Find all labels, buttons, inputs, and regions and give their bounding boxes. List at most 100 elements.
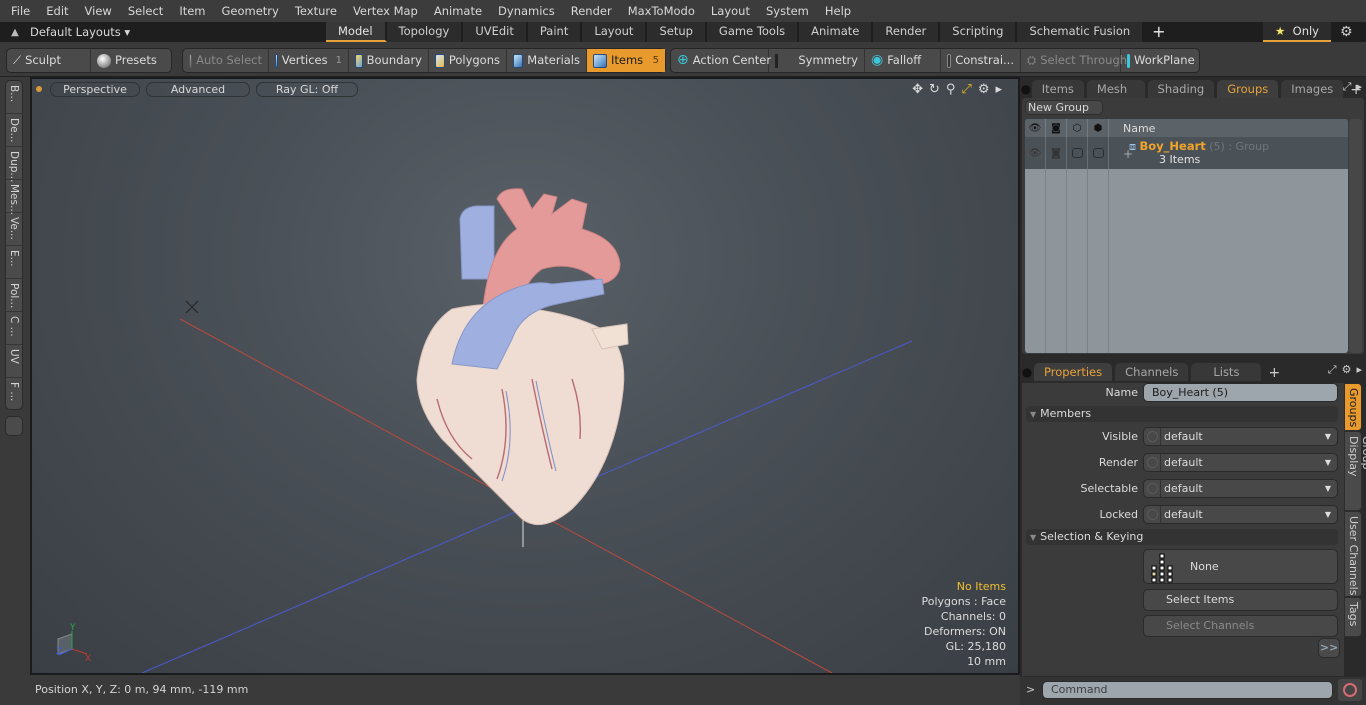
menu-item[interactable]: Item (171, 4, 213, 18)
left-tab-polygon[interactable]: Pol... (6, 279, 22, 312)
group-row[interactable]: 👁 ◙ + ⧈ Boy_Heart (5) : Group 3 Items (1025, 137, 1348, 169)
row-visibility-icon[interactable]: 👁 (1025, 137, 1046, 169)
menu-vertex-map[interactable]: Vertex Map (345, 4, 426, 18)
viewport-arrow-icon[interactable]: ▸ (995, 82, 1002, 97)
menu-help[interactable]: Help (817, 4, 859, 18)
polygons-button[interactable]: Polygons (429, 49, 507, 72)
add-props-tab-icon[interactable]: + (1264, 365, 1284, 381)
select-through-button[interactable]: ⛭ Select Through (1021, 49, 1127, 72)
row-render-icon[interactable]: ◙ (1046, 137, 1067, 169)
pan-icon[interactable]: ✥ (912, 82, 923, 97)
materials-button[interactable]: Materials (507, 49, 587, 72)
falloff-button[interactable]: ◉ Falloff (865, 49, 941, 72)
menu-animate[interactable]: Animate (426, 4, 490, 18)
menu-edit[interactable]: Edit (38, 4, 76, 18)
shading-mode-button[interactable]: Advanced (146, 81, 250, 97)
workplane-button[interactable]: WorkPlane (1121, 49, 1199, 72)
props-expand-icon[interactable]: ⤢ (1328, 363, 1337, 377)
items-button[interactable]: Items 5 (587, 49, 665, 72)
render-camera-icon[interactable]: ◙ (1046, 119, 1067, 137)
visibility-eye-icon[interactable]: 👁 (1025, 119, 1046, 137)
row-selectable-checkbox[interactable] (1067, 137, 1088, 169)
collapse-up-icon[interactable]: ▲ (0, 27, 30, 38)
tab-render[interactable]: Render (873, 22, 941, 42)
3d-viewport[interactable]: Y X Z Perspective Advanced Ray GL: Off ✥… (30, 77, 1020, 675)
add-tab-button[interactable]: + (1144, 23, 1173, 41)
selection-keying-section[interactable]: ▼ Selection & Keying (1026, 529, 1338, 545)
selectable-cube-icon[interactable]: ⬡ (1067, 119, 1088, 137)
tab-lists[interactable]: Lists (1191, 363, 1262, 381)
tab-layout[interactable]: Layout (582, 22, 648, 42)
side-tab-tags[interactable]: Tags (1344, 597, 1362, 637)
left-tab-duplicate[interactable]: Dup... (6, 147, 22, 182)
side-tab-groups[interactable]: Groups (1344, 383, 1362, 431)
left-tab-mesh-edit[interactable]: Mes... (6, 180, 22, 215)
tab-game-tools[interactable]: Game Tools (706, 22, 800, 42)
boundary-button[interactable]: Boundary (349, 49, 429, 72)
left-tab-basic[interactable]: B... (6, 81, 22, 114)
command-input[interactable]: Command (1042, 681, 1333, 699)
tab-items[interactable]: Items (1031, 80, 1084, 98)
raygl-button[interactable]: Ray GL: Off (256, 81, 358, 97)
select-channels-button[interactable]: Select Channels (1143, 615, 1338, 637)
side-tab-user-channels[interactable]: User Channels (1344, 511, 1362, 597)
auto-select-button[interactable]: Auto Select (183, 49, 269, 72)
left-tab-vertex[interactable]: Ve... (6, 213, 22, 246)
tab-model[interactable]: Model (326, 22, 387, 42)
menu-geometry[interactable]: Geometry (214, 4, 287, 18)
members-section[interactable]: ▼ Members (1026, 406, 1338, 422)
panel-menu-dot[interactable]: ● (1020, 80, 1032, 98)
tab-uvedit[interactable]: UVEdit (463, 22, 528, 42)
menu-maxtomodo[interactable]: MaxToModo (620, 4, 703, 18)
layouts-dropdown[interactable]: Default Layouts ▾ (30, 25, 326, 39)
tab-setup[interactable]: Setup (647, 22, 707, 42)
tab-paint[interactable]: Paint (527, 22, 583, 42)
sculpt-button[interactable]: ⟋ Sculpt (7, 49, 91, 72)
menu-view[interactable]: View (77, 4, 120, 18)
tab-channels[interactable]: Channels (1115, 363, 1189, 381)
viewport-menu-dot[interactable] (36, 86, 42, 92)
record-macro-button[interactable] (1338, 679, 1362, 701)
viewport-gear-icon[interactable]: ⚙ (978, 82, 990, 97)
left-tab-curve[interactable]: C ... (6, 312, 22, 345)
tab-shading[interactable]: Shading (1147, 80, 1215, 98)
menu-layout[interactable]: Layout (703, 4, 758, 18)
zoom-icon[interactable]: ⚲ (946, 82, 956, 97)
left-tab-deform[interactable]: De... (6, 114, 22, 147)
props-arrow-icon[interactable]: ▸ (1356, 363, 1362, 377)
menu-render[interactable]: Render (563, 4, 620, 18)
presets-button[interactable]: Presets (91, 49, 171, 72)
tab-properties[interactable]: Properties (1034, 363, 1113, 381)
left-tab-fusion[interactable]: F ... (6, 378, 22, 411)
left-tab-uv[interactable]: UV (6, 345, 22, 378)
menu-system[interactable]: System (758, 4, 817, 18)
name-input[interactable]: Boy_Heart (5) (1143, 383, 1338, 402)
expand-icon[interactable]: ⤢ (1343, 80, 1352, 94)
locked-dropdown[interactable]: default ▼ (1143, 505, 1338, 524)
tab-groups[interactable]: Groups (1217, 80, 1279, 98)
tab-animate[interactable]: Animate (799, 22, 874, 42)
menu-dynamics[interactable]: Dynamics (490, 4, 563, 18)
tab-topology[interactable]: Topology (386, 22, 464, 42)
action-center-button[interactable]: ⊕ Action Center (671, 49, 771, 72)
tab-mesh[interactable]: Mesh ... (1086, 80, 1145, 114)
row-locked-checkbox[interactable] (1088, 137, 1109, 169)
heart-model[interactable] (416, 188, 629, 526)
selectable-dropdown[interactable]: default ▼ (1143, 479, 1338, 498)
new-group-button[interactable]: New Group (1025, 100, 1103, 115)
tab-scripting[interactable]: Scripting (940, 22, 1018, 42)
tab-schematic-fusion[interactable]: Schematic Fusion (1017, 22, 1145, 42)
side-tab-group-display[interactable]: Group Display (1344, 431, 1366, 511)
menu-select[interactable]: Select (120, 4, 171, 18)
props-gear-icon[interactable]: ⚙ (1342, 363, 1352, 377)
locked-cube-icon[interactable]: ⬢ (1088, 119, 1109, 137)
visible-dropdown[interactable]: default ▼ (1143, 427, 1338, 446)
more-button[interactable]: >> (1318, 638, 1340, 658)
props-menu-dot[interactable]: ● (1020, 363, 1034, 381)
symmetry-button[interactable]: Symmetry (769, 49, 865, 72)
gear-icon[interactable]: ⚙ (1340, 22, 1353, 42)
vertices-button[interactable]: Vertices 1 (269, 49, 349, 72)
select-items-button[interactable]: Select Items (1143, 589, 1338, 611)
left-tab-edge[interactable]: E... (6, 246, 22, 279)
menu-file[interactable]: File (0, 4, 38, 18)
